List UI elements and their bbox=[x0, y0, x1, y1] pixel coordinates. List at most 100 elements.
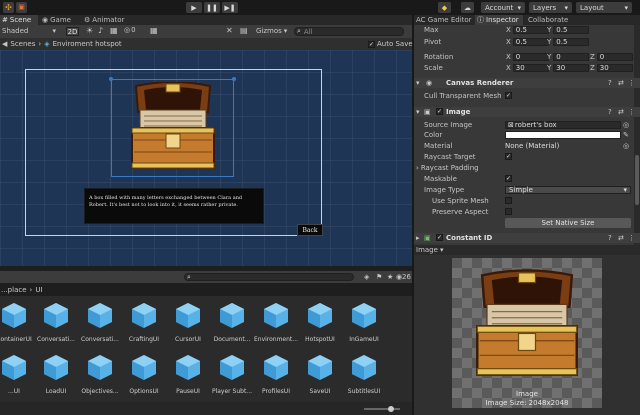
pivot-x-field[interactable]: 0.5 bbox=[512, 38, 549, 46]
tools-icon[interactable]: ✕ bbox=[226, 26, 233, 35]
prefab-item[interactable] bbox=[42, 301, 70, 333]
effects-icon[interactable]: ▦ bbox=[110, 26, 118, 35]
zoom-handle[interactable] bbox=[388, 406, 394, 412]
breadcrumb-object[interactable]: Enviroment hotspot bbox=[53, 40, 122, 48]
shading-dropdown[interactable]: Shaded ▾ bbox=[0, 27, 58, 36]
camera-icon[interactable]: ▤ bbox=[240, 26, 248, 35]
scale-z-field[interactable]: 30 bbox=[596, 64, 633, 72]
breadcrumb-scenes[interactable]: Scenes bbox=[10, 40, 35, 48]
more-icon[interactable]: ⋮ bbox=[628, 79, 635, 87]
layers-dropdown[interactable]: Layers ▾ bbox=[529, 2, 572, 13]
scale-y-field[interactable]: 30 bbox=[553, 64, 590, 72]
rotation-x-field[interactable]: 0 bbox=[512, 53, 549, 61]
source-image-field[interactable]: ⊠ robert's box bbox=[505, 121, 621, 129]
visibility-toggle[interactable]: ◎ 0 bbox=[124, 26, 136, 34]
auto-save-toggle[interactable]: ✓ Auto Save bbox=[368, 40, 413, 48]
inspector-scrollbar[interactable] bbox=[634, 25, 640, 245]
object-picker-icon[interactable]: ◎ bbox=[623, 142, 629, 150]
cloud-button[interactable]: ☁ bbox=[461, 2, 474, 13]
object-picker-icon[interactable]: ◎ bbox=[623, 121, 629, 129]
tab-collaborate[interactable]: Collaborate bbox=[526, 15, 574, 25]
settings-icon[interactable]: ⇄ bbox=[618, 79, 624, 87]
prefab-item[interactable] bbox=[86, 301, 114, 333]
prefab-item[interactable] bbox=[262, 301, 290, 333]
collab-button[interactable]: ◆ bbox=[438, 2, 451, 13]
constant-id-checkbox[interactable]: ✓ bbox=[436, 234, 443, 241]
filter-icon[interactable]: ◈ bbox=[364, 273, 369, 281]
pivot-y-field[interactable]: 0.5 bbox=[553, 38, 590, 46]
prefab-item[interactable] bbox=[350, 353, 378, 385]
mode-2d-button[interactable]: 2D bbox=[66, 27, 79, 36]
auto-save-checkbox[interactable]: ✓ bbox=[368, 40, 375, 48]
account-dropdown[interactable]: Account ▾ bbox=[481, 2, 525, 13]
tab-animator[interactable]: ⚙ Animator bbox=[82, 15, 126, 25]
favorite-icon[interactable]: ★ bbox=[387, 273, 393, 281]
step-button[interactable]: ▶❚ bbox=[222, 2, 238, 13]
path-root[interactable]: ...place bbox=[1, 286, 27, 294]
pivot-tool-icon[interactable]: ✣ bbox=[3, 2, 14, 13]
pause-button[interactable]: ❚❚ bbox=[204, 2, 220, 13]
prefab-item[interactable] bbox=[262, 353, 290, 385]
play-button[interactable]: ▶ bbox=[186, 2, 202, 13]
prefab-item[interactable] bbox=[0, 301, 28, 333]
constant-id-header[interactable]: ▸ ▣ ✓ Constant ID ? ⇄ ⋮ bbox=[414, 233, 640, 243]
audio-icon[interactable]: ♪ bbox=[98, 26, 103, 35]
global-tool-icon[interactable]: ▣ bbox=[16, 2, 27, 13]
foldout-arrow-icon[interactable]: ▸ bbox=[416, 234, 420, 242]
foldout-arrow-icon[interactable]: ▾ bbox=[416, 108, 420, 116]
back-arrow-icon[interactable]: ◀ bbox=[2, 40, 7, 48]
prefab-item[interactable] bbox=[218, 301, 246, 333]
material-field[interactable]: None (Material) bbox=[505, 142, 621, 150]
scale-x-field[interactable]: 30 bbox=[512, 64, 549, 72]
eyedropper-icon[interactable]: ✎ bbox=[623, 131, 629, 139]
zoom-slider[interactable] bbox=[364, 406, 400, 412]
rect-handle[interactable] bbox=[232, 77, 236, 81]
prefab-item[interactable] bbox=[174, 301, 202, 333]
color-field[interactable] bbox=[505, 131, 621, 139]
prefab-item[interactable] bbox=[0, 353, 28, 385]
foldout-arrow-icon[interactable]: ▾ bbox=[416, 79, 420, 87]
back-button[interactable]: Back bbox=[297, 224, 323, 236]
raycast-padding-foldout[interactable]: › Raycast Padding bbox=[416, 164, 479, 172]
tab-scene[interactable]: # Scene bbox=[0, 15, 38, 25]
canvas-renderer-header[interactable]: ▾ ◉ Canvas Renderer ? ⇄ ⋮ bbox=[414, 78, 640, 88]
image-header[interactable]: ▾ ▣ ✓ Image ? ⇄ ⋮ bbox=[414, 107, 640, 117]
prefab-item[interactable] bbox=[86, 353, 114, 385]
grid-icon[interactable]: ▦ bbox=[150, 26, 158, 35]
prefab-item[interactable] bbox=[174, 353, 202, 385]
maskable-checkbox[interactable]: ✓ bbox=[505, 175, 512, 182]
settings-icon[interactable]: ⇄ bbox=[618, 234, 624, 242]
tab-game[interactable]: ◉ Game bbox=[40, 15, 74, 25]
scene-viewport[interactable]: A box filled with many letters exchanged… bbox=[0, 50, 412, 266]
rect-handle[interactable] bbox=[109, 77, 113, 81]
preserve-checkbox[interactable] bbox=[505, 208, 512, 215]
cull-checkbox[interactable]: ✓ bbox=[505, 92, 512, 99]
max-y-field[interactable]: 0.5 bbox=[553, 26, 590, 34]
prefab-item[interactable] bbox=[306, 301, 334, 333]
rotation-z-field[interactable]: 0 bbox=[596, 53, 633, 61]
prefab-item[interactable] bbox=[306, 353, 334, 385]
prefab-item[interactable] bbox=[218, 353, 246, 385]
gizmos-dropdown[interactable]: Gizmos ▾ bbox=[256, 27, 287, 35]
label-icon[interactable]: ⚑ bbox=[376, 273, 382, 281]
image-type-dropdown[interactable]: Simple ▾ bbox=[505, 186, 631, 194]
raycast-checkbox[interactable]: ✓ bbox=[505, 153, 512, 160]
scene-search-input[interactable]: ⌕ All bbox=[294, 27, 404, 36]
help-icon[interactable]: ? bbox=[608, 79, 612, 87]
more-icon[interactable]: ⋮ bbox=[628, 108, 635, 116]
project-search-input[interactable]: ⌕ bbox=[184, 273, 354, 281]
help-icon[interactable]: ? bbox=[608, 108, 612, 116]
preview-header[interactable]: Image ▾ bbox=[414, 245, 640, 255]
max-x-field[interactable]: 0.5 bbox=[512, 26, 549, 34]
sprite-mesh-checkbox[interactable] bbox=[505, 197, 512, 204]
prefab-item[interactable] bbox=[130, 353, 158, 385]
help-icon[interactable]: ? bbox=[608, 234, 612, 242]
path-child[interactable]: UI bbox=[35, 286, 42, 294]
more-icon[interactable]: ⋮ bbox=[628, 234, 635, 242]
layout-dropdown[interactable]: Layout ▾ bbox=[576, 2, 632, 13]
tab-ac-game-editor[interactable]: AC Game Editor bbox=[414, 15, 474, 25]
set-native-size-button[interactable]: Set Native Size bbox=[505, 218, 631, 228]
settings-icon[interactable]: ⇄ bbox=[618, 108, 624, 116]
prefab-item[interactable] bbox=[42, 353, 70, 385]
prefab-item[interactable] bbox=[350, 301, 378, 333]
